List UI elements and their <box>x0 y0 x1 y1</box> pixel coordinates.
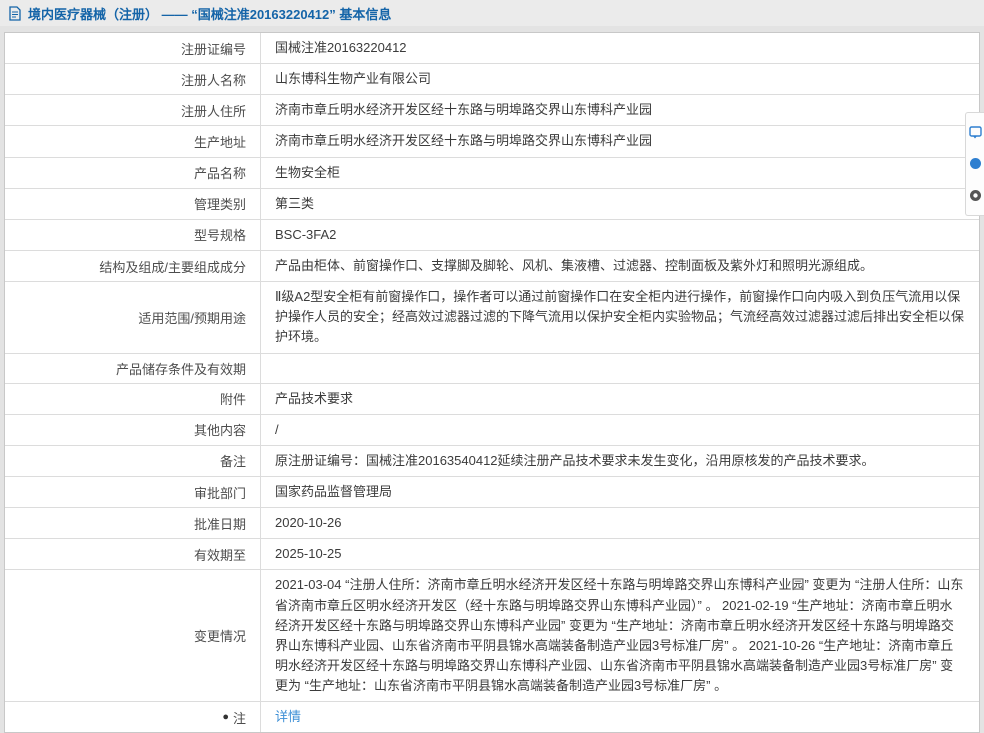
row-label-text: 管理类别 <box>194 194 246 213</box>
row-label-text: 注册证编号 <box>181 39 246 58</box>
row-value: 原注册证编号：国械注准20163540412延续注册产品技术要求未发生变化，沿用… <box>261 446 979 476</box>
row-label-text: 批准日期 <box>194 514 246 533</box>
row-value: 2020-10-26 <box>261 508 979 538</box>
row-value: 国械注准20163220412 <box>261 33 979 63</box>
row-label: 备注 <box>5 446 261 476</box>
document-icon <box>8 6 22 21</box>
row-label-text: 其他内容 <box>194 420 246 439</box>
row-label-text: 型号规格 <box>194 225 246 244</box>
table-row: 管理类别第三类 <box>5 189 979 220</box>
row-label: ●注 <box>5 702 261 732</box>
qq-icon[interactable] <box>969 157 982 170</box>
row-label-text: 备注 <box>220 451 246 470</box>
row-label-text: 注册人住所 <box>181 101 246 120</box>
row-label: 管理类别 <box>5 189 261 219</box>
row-value: 产品技术要求 <box>261 384 979 414</box>
row-label: 有效期至 <box>5 539 261 569</box>
row-label: 产品名称 <box>5 158 261 188</box>
row-value: 2021-03-04 “注册人住所：济南市章丘明水经济开发区经十东路与明埠路交界… <box>261 570 979 701</box>
table-row: 注册人名称山东博科生物产业有限公司 <box>5 64 979 95</box>
row-label: 适用范围/预期用途 <box>5 282 261 352</box>
phone-icon[interactable] <box>969 189 982 202</box>
row-value: 第三类 <box>261 189 979 219</box>
note-dot-icon: ● <box>222 712 229 723</box>
row-value: 济南市章丘明水经济开发区经十东路与明埠路交界山东博科产业园 <box>261 126 979 156</box>
page-header: 境内医疗器械（注册） —— “国械注准20163220412” 基本信息 <box>0 0 984 26</box>
row-label: 附件 <box>5 384 261 414</box>
row-label-text: 有效期至 <box>194 545 246 564</box>
table-row: 备注原注册证编号：国械注准20163540412延续注册产品技术要求未发生变化，… <box>5 446 979 477</box>
row-label: 注册证编号 <box>5 33 261 63</box>
row-label: 变更情况 <box>5 570 261 701</box>
row-label-text: 结构及组成/主要组成成分 <box>99 257 246 276</box>
row-label: 其他内容 <box>5 415 261 445</box>
chat-icon[interactable] <box>969 126 982 139</box>
row-label: 生产地址 <box>5 126 261 156</box>
table-row: 变更情况 2021-03-04 “注册人住所：济南市章丘明水经济开发区经十东路与明… <box>5 570 979 702</box>
row-value: 山东博科生物产业有限公司 <box>261 64 979 94</box>
row-value: / <box>261 415 979 445</box>
row-value: 济南市章丘明水经济开发区经十东路与明埠路交界山东博科产业园 <box>261 95 979 125</box>
row-label: 注册人名称 <box>5 64 261 94</box>
row-label-text: 注 <box>233 708 246 727</box>
table-row: 产品储存条件及有效期 <box>5 354 979 384</box>
row-value: 生物安全柜 <box>261 158 979 188</box>
info-table: 注册证编号国械注准20163220412注册人名称山东博科生物产业有限公司注册人… <box>4 32 980 733</box>
row-label-text: 注册人名称 <box>181 70 246 89</box>
table-row: 产品名称生物安全柜 <box>5 158 979 189</box>
row-value: Ⅱ级A2型安全柜有前窗操作口，操作者可以通过前窗操作口在安全柜内进行操作，前窗操… <box>261 282 979 352</box>
row-value: BSC-3FA2 <box>261 220 979 250</box>
table-row: 生产地址济南市章丘明水经济开发区经十东路与明埠路交界山东博科产业园 <box>5 126 979 157</box>
row-label-text: 产品储存条件及有效期 <box>116 359 246 378</box>
row-value: 国家药品监督管理局 <box>261 477 979 507</box>
row-label: 审批部门 <box>5 477 261 507</box>
table-row: 型号规格 BSC-3FA2 <box>5 220 979 251</box>
row-label-text: 生产地址 <box>194 132 246 151</box>
row-label-text: 审批部门 <box>194 483 246 502</box>
row-value: 产品由柜体、前窗操作口、支撑脚及脚轮、风机、集液槽、过滤器、控制面板及紫外灯和照… <box>261 251 979 281</box>
row-label: 注册人住所 <box>5 95 261 125</box>
table-row: 注册人住所济南市章丘明水经济开发区经十东路与明埠路交界山东博科产业园 <box>5 95 979 126</box>
page-title: 境内医疗器械（注册） —— “国械注准20163220412” 基本信息 <box>28 4 391 23</box>
table-row: 审批部门国家药品监督管理局 <box>5 477 979 508</box>
table-row: ●注详情 <box>5 702 979 732</box>
details-link[interactable]: 详情 <box>275 707 301 727</box>
table-row: 结构及组成/主要组成成分产品由柜体、前窗操作口、支撑脚及脚轮、风机、集液槽、过滤… <box>5 251 979 282</box>
row-label-text: 附件 <box>220 389 246 408</box>
row-label: 批准日期 <box>5 508 261 538</box>
row-value: 2025-10-25 <box>261 539 979 569</box>
row-label-text: 适用范围/预期用途 <box>138 308 246 327</box>
table-row: 其他内容 / <box>5 415 979 446</box>
table-row: 适用范围/预期用途 Ⅱ级A2型安全柜有前窗操作口，操作者可以通过前窗操作口在安全柜… <box>5 282 979 353</box>
table-row: 有效期至 2025-10-25 <box>5 539 979 570</box>
row-label: 型号规格 <box>5 220 261 250</box>
row-label: 结构及组成/主要组成成分 <box>5 251 261 281</box>
row-value <box>261 354 979 383</box>
row-label-text: 变更情况 <box>194 626 246 645</box>
row-value: 详情 <box>261 702 979 732</box>
row-label: 产品储存条件及有效期 <box>5 354 261 383</box>
row-label-text: 产品名称 <box>194 163 246 182</box>
table-row: 附件产品技术要求 <box>5 384 979 415</box>
table-row: 注册证编号国械注准20163220412 <box>5 33 979 64</box>
table-row: 批准日期 2020-10-26 <box>5 508 979 539</box>
floating-toolbar <box>965 112 984 216</box>
